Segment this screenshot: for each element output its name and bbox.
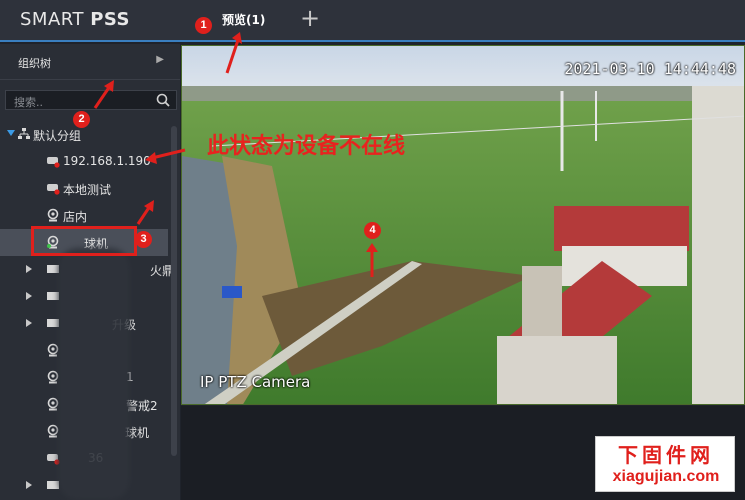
annotation-note: 此状态为设备不在线: [207, 134, 406, 159]
app-window: SMART PSS 预览(1) + 组织树 ▶ 默认分组: [0, 0, 745, 500]
annotation-badge-2: 2: [73, 111, 90, 128]
highlight-box: [31, 226, 137, 256]
watermark-line1: 下固件网: [618, 443, 714, 467]
watermark-line2: xiagujian.com: [612, 468, 720, 485]
site-watermark: 下固件网 xiagujian.com: [595, 436, 735, 492]
annotation-badge-3: 3: [135, 231, 152, 248]
annotation-badge-4: 4: [364, 222, 381, 239]
annotation-badge-1: 1: [195, 17, 212, 34]
